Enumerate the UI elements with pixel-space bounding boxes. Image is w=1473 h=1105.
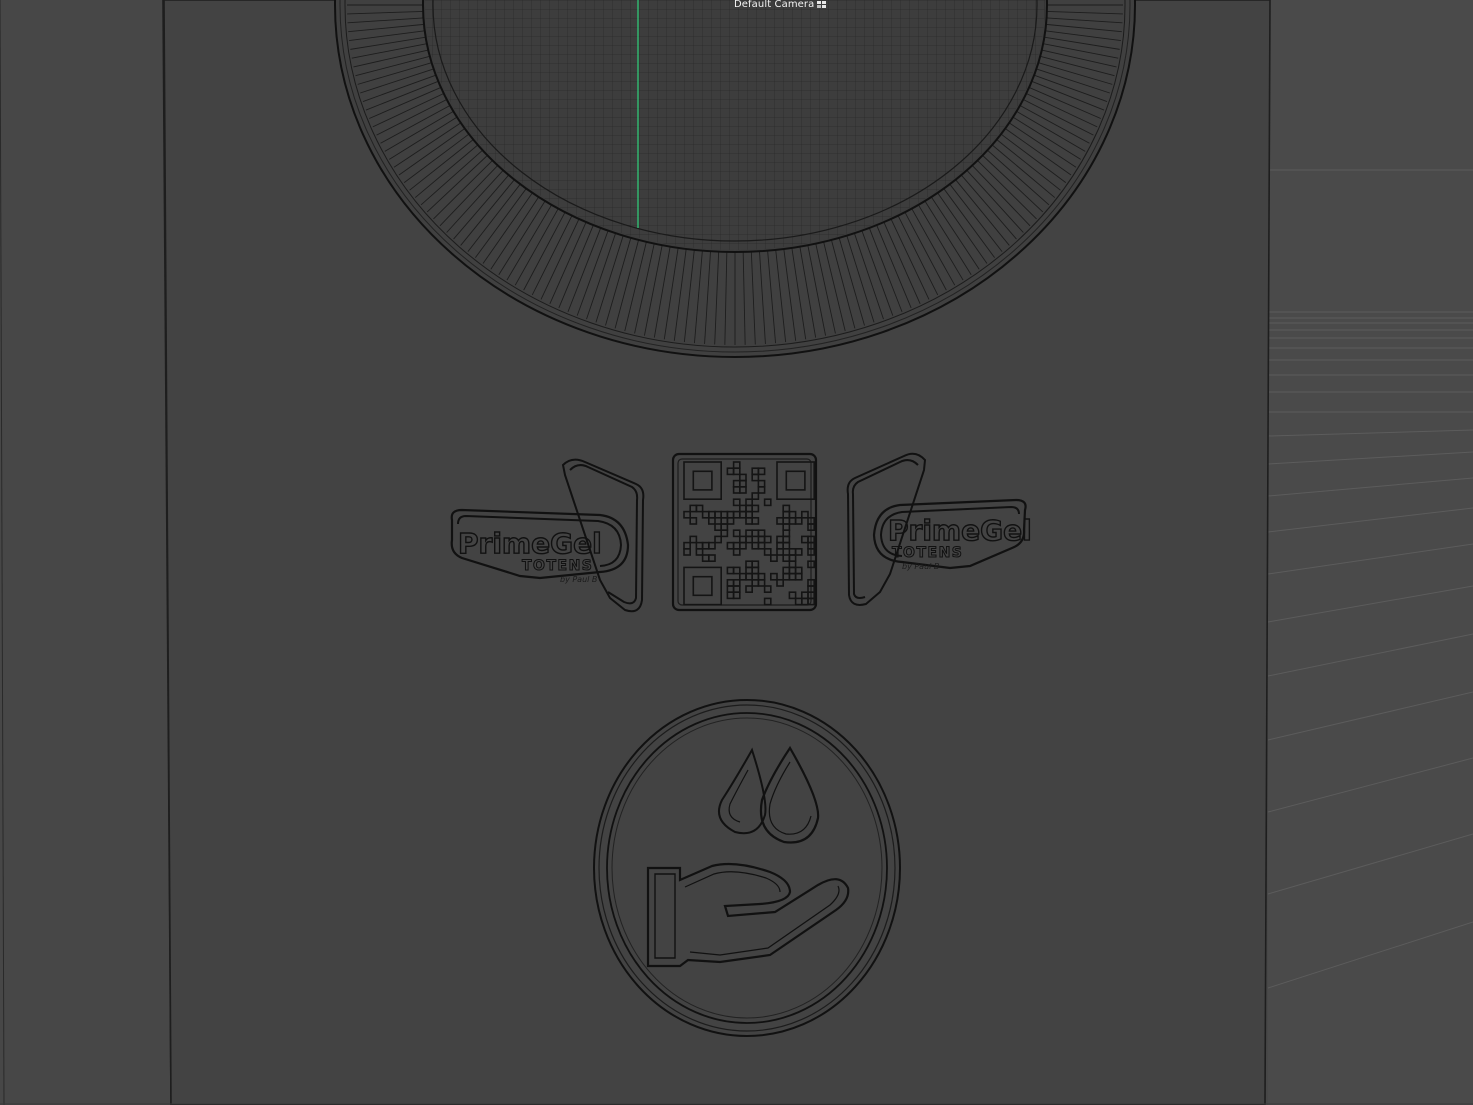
logo-left-subtitle: TOTENS xyxy=(522,558,593,574)
logo-right-byline: by Paul B xyxy=(902,562,939,571)
floor-grid xyxy=(1267,0,1473,1105)
logo-right-title: PrimeGel xyxy=(888,514,1032,547)
logo-right-subtitle: TOTENS xyxy=(892,545,963,561)
camera-icon[interactable] xyxy=(817,0,827,9)
viewport-canvas[interactable]: PrimeGel TOTENS by Paul B PrimeGel TOTEN… xyxy=(0,0,1473,1105)
logo-left-title: PrimeGel xyxy=(458,527,602,560)
camera-label-text[interactable]: Default Camera xyxy=(734,0,814,10)
3d-viewport[interactable]: PrimeGel TOTENS by Paul B PrimeGel TOTEN… xyxy=(0,0,1473,1105)
camera-label[interactable]: Default Camera xyxy=(734,0,827,10)
logo-left-byline: by Paul B xyxy=(560,575,597,584)
